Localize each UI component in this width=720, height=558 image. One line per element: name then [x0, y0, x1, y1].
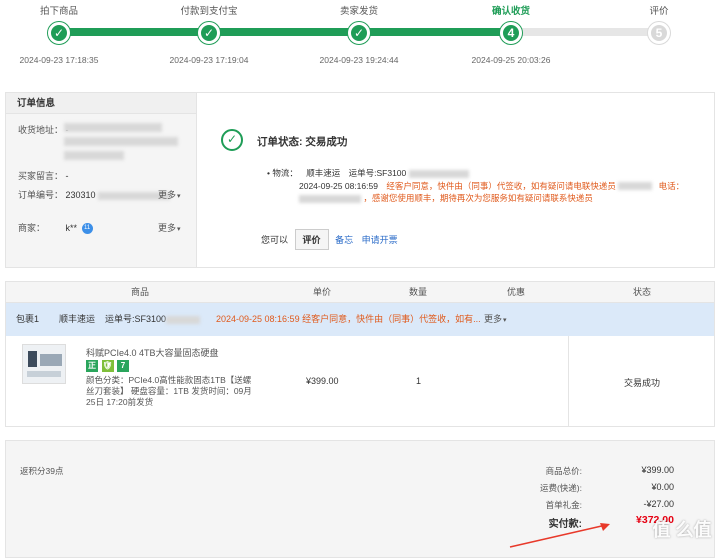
check-circle-icon: ✓	[221, 129, 243, 151]
subtotal-value: ¥399.00	[641, 465, 674, 475]
product-spec: 颜色分类：PCIe4.0高性能款固态1TB【送螺丝刀套装】 硬盘容量：1TB 发…	[86, 375, 252, 407]
check-icon: ✓	[198, 22, 220, 44]
item-status: 交易成功	[623, 378, 660, 388]
order-info-header: 订单信息	[6, 93, 196, 114]
order-number-row: 订单编号： 230310	[18, 188, 171, 201]
courier-phone-label: 电话：	[658, 180, 685, 191]
redacted-tracking	[166, 316, 200, 324]
guarantee-badge-icon: 🛡	[101, 360, 114, 372]
shipping-value: ¥0.00	[651, 482, 674, 492]
merchant-name[interactable]: k**	[66, 223, 78, 233]
invoice-link[interactable]: 申请开票	[362, 235, 398, 245]
item-status-cell: 交易成功	[568, 336, 714, 426]
package-tracking: 运单号:SF3100	[105, 314, 167, 324]
genuine-badge-icon: 正	[86, 360, 98, 372]
step-label: 评价	[649, 6, 669, 17]
column-header: 单价	[312, 287, 332, 297]
merchant-row: 商家： k** 11	[18, 221, 93, 235]
message-row: 买家留言： -	[18, 169, 69, 182]
step-label: 卖家发货	[339, 6, 378, 17]
redacted-address	[64, 137, 178, 146]
package-carrier: 顺丰速运	[59, 314, 96, 324]
order-number-value: 230310	[65, 190, 96, 200]
column-header: 数量	[408, 287, 428, 297]
subtotal-label: 商品总价:	[545, 466, 582, 476]
check-icon: ✓	[48, 22, 70, 44]
table-row: 科赋PCIe4.0 4TB大容量固态硬盘 正 🛡 7 颜色分类：PCIe4.0高…	[6, 336, 714, 426]
reward-points: 返积分39点	[20, 466, 64, 476]
step-time: 2024-09-23 17:18:35	[19, 55, 99, 65]
step-1: 拍下商品 ✓ 2024-09-23 17:18:35	[0, 0, 129, 65]
merchant-label: 商家：	[18, 223, 46, 233]
step-5: 评价 5	[589, 0, 720, 55]
product-tags: 正 🛡 7	[86, 360, 130, 372]
step-4: 确认收货 4 2024-09-25 20:03:26	[441, 0, 581, 65]
order-status-panel: ✓ 订单状态: 交易成功 • 物流： 顺丰速运 运单号:SF3100 2024-…	[197, 93, 714, 267]
step-time: 2024-09-25 20:03:26	[471, 55, 551, 65]
column-header: 商品	[130, 287, 150, 297]
step-label: 拍下商品	[39, 6, 78, 17]
order-progress: 拍下商品 ✓ 2024-09-23 17:18:35 付款到支付宝 ✓ 2024…	[0, 0, 720, 78]
package-more-dropdown[interactable]: 更多	[484, 303, 507, 337]
order-info-sidebar: 订单信息 收货地址： - 买家留言： - 订单编号： 230310 更多 商家：…	[6, 93, 197, 267]
redacted-courier	[618, 182, 653, 191]
discount-label: 首单礼金:	[545, 500, 582, 510]
column-header: 状态	[632, 287, 652, 297]
step-time: 2024-09-23 17:19:04	[169, 55, 249, 65]
annotation-arrow	[509, 523, 610, 548]
redacted-address	[64, 123, 162, 132]
memo-link[interactable]: 备忘	[335, 235, 353, 245]
order-info-panel: 订单信息 收货地址： - 买家留言： - 订单编号： 230310 更多 商家：…	[5, 92, 715, 268]
column-header: 优惠	[506, 287, 526, 297]
message-label: 买家留言：	[18, 171, 64, 181]
step-number: 4	[500, 22, 522, 44]
carrier-name: 顺丰速运	[306, 168, 341, 178]
evaluate-button[interactable]: 评价	[294, 229, 329, 250]
step-time: 2024-09-23 19:24:44	[319, 55, 399, 65]
step-number: 5	[648, 22, 670, 44]
shipping-label: 运费(快递):	[539, 483, 582, 493]
package-latest: 2024-09-25 08:16:59 经客户同意，快件由（同事）代签收，如有.…	[216, 314, 481, 324]
logistics-info: • 物流： 顺丰速运 运单号:SF3100 2024-09-25 08:16:5…	[267, 168, 685, 203]
step-3: 卖家发货 ✓ 2024-09-23 19:24:44	[289, 0, 429, 65]
address-row: 收货地址： -	[18, 123, 69, 136]
step-label: 确认收货	[491, 6, 530, 17]
latest-logistics-msg: 经客户同意，快件由（同事）代签收，如有疑问请电联快递员	[386, 180, 616, 191]
redacted-address	[64, 151, 124, 160]
watermark-logo: 值 么值得买	[652, 520, 712, 540]
order-actions: 您可以 评价 备忘 申请开票	[261, 229, 404, 250]
order-number-label: 订单编号：	[18, 190, 64, 200]
step-2: 付款到支付宝 ✓ 2024-09-23 17:19:04	[139, 0, 279, 65]
latest-logistics-time: 2024-09-25 08:16:59	[299, 180, 378, 191]
step-label: 付款到支付宝	[180, 6, 238, 17]
message-value: -	[65, 171, 69, 181]
product-title[interactable]: 科赋PCIe4.0 4TB大容量固态硬盘	[86, 346, 219, 359]
address-label: 收货地址：	[18, 125, 64, 135]
seven-day-return-icon: 7	[117, 360, 130, 372]
goods-table-header: 商品 单价 数量 优惠 状态	[6, 282, 714, 303]
latest-logistics-msg-2: ，感谢您使用顺丰，期待再次为您服务如有疑问请联系快递员	[363, 193, 593, 203]
tracking-number: 运单号:SF3100	[348, 168, 407, 178]
order-status-text: 订单状态: 交易成功	[257, 136, 348, 148]
merchant-more-dropdown[interactable]: 更多	[158, 221, 181, 234]
product-thumbnail[interactable]	[22, 344, 66, 384]
redacted-phone	[299, 194, 361, 203]
order-more-dropdown[interactable]: 更多	[158, 188, 181, 201]
merchant-badge-icon: 11	[81, 223, 93, 235]
quantity: 1	[416, 376, 422, 386]
check-icon: ✓	[348, 22, 370, 44]
redacted-tracking	[408, 169, 469, 178]
unit-price: ¥399.00	[306, 376, 339, 386]
logistics-label: 物流：	[272, 168, 298, 178]
actions-prefix: 您可以	[261, 235, 289, 245]
package-name: 包裹1	[16, 314, 40, 324]
package-row: 包裹1 顺丰速运 运单号:SF3100 2024-09-25 08:16:59 …	[6, 303, 714, 336]
goods-table: 商品 单价 数量 优惠 状态 包裹1 顺丰速运 运单号:SF3100 2024-…	[5, 281, 715, 427]
